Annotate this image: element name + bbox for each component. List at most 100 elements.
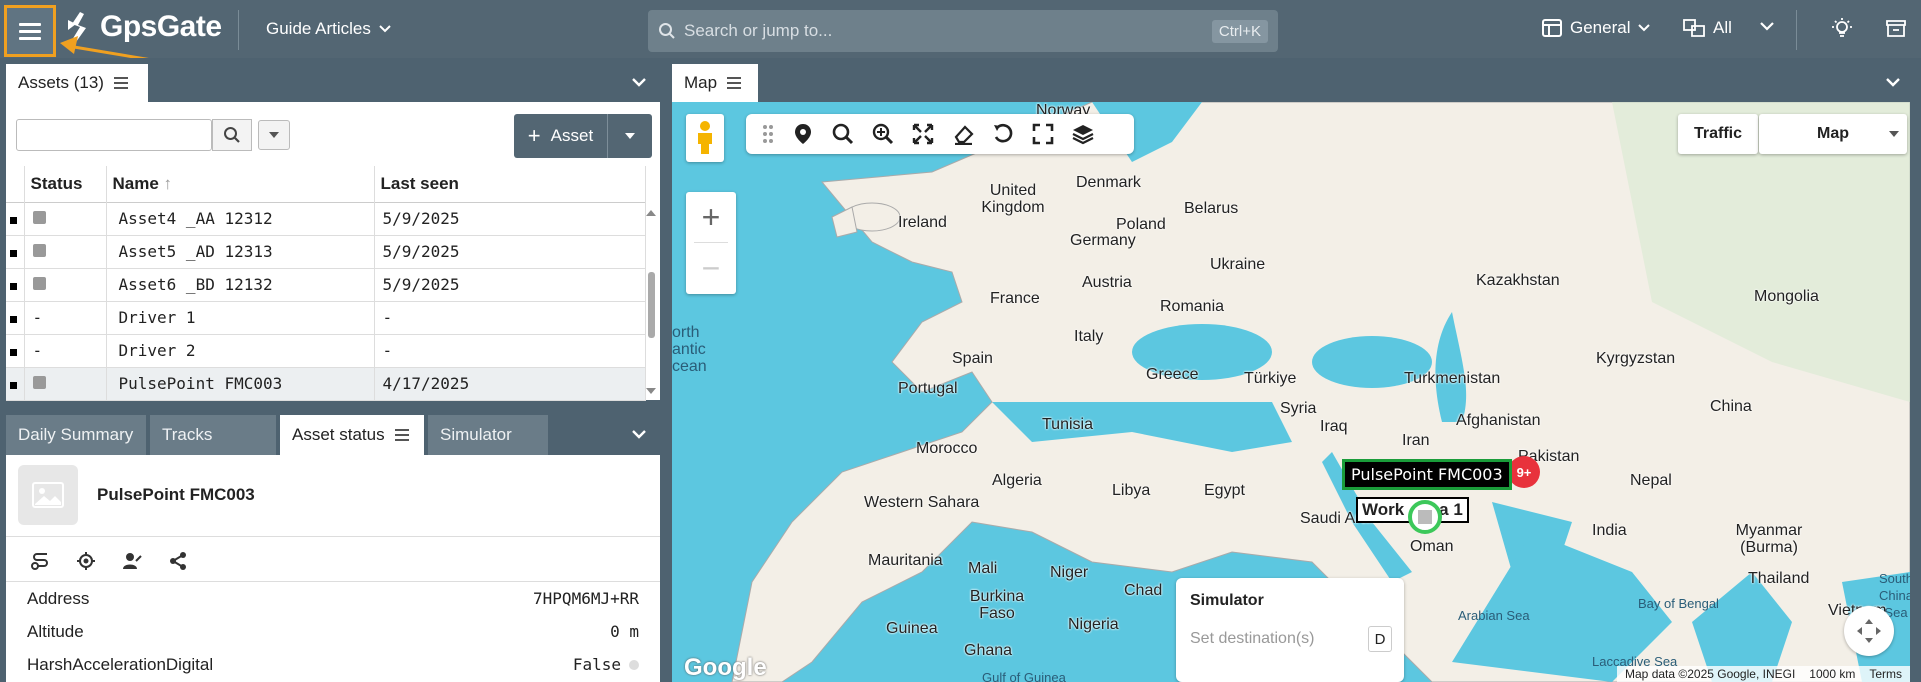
map-label: Oman (1410, 538, 1454, 555)
layout-icon (1542, 19, 1562, 37)
map-type-select[interactable]: Map (1759, 114, 1907, 154)
traffic-button[interactable]: Traffic (1678, 114, 1758, 154)
main-menu-button[interactable] (4, 5, 56, 57)
map-canvas[interactable]: Denmark United Kingdom Ireland Poland Belaru… (672, 102, 1910, 682)
collapse-chevron-icon[interactable] (632, 430, 646, 439)
map-label: Mongolia (1754, 288, 1819, 305)
street-view-pegman[interactable] (686, 114, 724, 162)
table-row[interactable]: Asset5 _AD 12313 5/9/2025 (6, 235, 646, 269)
global-search[interactable]: Ctrl+K (648, 10, 1278, 52)
asset-name-cell: Driver 2 (106, 334, 375, 368)
asset-name-cell: Asset4 _AA 12312 (106, 202, 375, 236)
collapse-chevron-icon[interactable] (1886, 78, 1900, 87)
tab-asset-status[interactable]: Asset status (280, 415, 424, 455)
property-row: Address 7HPQM6MJ+RR (6, 582, 660, 615)
table-row[interactable]: Asset6 _BD 12132 5/9/2025 (6, 268, 646, 302)
zoom-in-icon[interactable] (872, 123, 894, 145)
ocean-label: orth (672, 324, 700, 341)
plus-icon: + (527, 123, 541, 148)
table-row[interactable]: - Driver 2- (6, 334, 646, 368)
tab-tracks[interactable]: Tracks (150, 415, 276, 455)
asset-name-cell: Asset5 _AD 12313 (106, 235, 375, 269)
tab-daily-summary[interactable]: Daily Summary (6, 415, 146, 455)
table-row[interactable]: - Driver 1- (6, 301, 646, 335)
table-row[interactable]: PulsePoint FMC003 4/17/2025 (6, 367, 646, 401)
map-label: Romania (1160, 298, 1225, 315)
menu-icon[interactable] (113, 77, 128, 89)
map-label: Kazakhstan (1476, 272, 1560, 289)
add-asset-button[interactable]: + Asset (514, 114, 608, 158)
caret-down-icon (1889, 131, 1899, 137)
store-icon[interactable] (1884, 16, 1908, 40)
destination-input[interactable]: Set destination(s) (1190, 630, 1315, 648)
tab-map[interactable]: Map (672, 64, 758, 102)
row-bullet (10, 382, 17, 389)
view-selector[interactable]: General (1542, 18, 1651, 38)
route-icon[interactable] (30, 551, 50, 571)
recenter-button[interactable] (1844, 606, 1894, 656)
guide-articles-dropdown[interactable]: Guide Articles (266, 19, 391, 39)
drag-handle-icon[interactable] (762, 123, 774, 145)
assign-driver-icon[interactable] (122, 551, 142, 571)
zoom-out-button[interactable]: − (686, 243, 736, 293)
place-marker-icon[interactable] (792, 123, 814, 145)
translate-icon (1683, 19, 1705, 37)
property-row: HarshAccelerationDigital False (6, 648, 660, 681)
map-label: Syria (1280, 400, 1317, 417)
tab-assets[interactable]: Assets (13) (6, 64, 148, 102)
simulator-title: Simulator (1190, 592, 1264, 609)
status-text: - (32, 308, 43, 327)
cluster-marker[interactable]: 9+ (1508, 456, 1540, 488)
asset-name-cell: Driver 1 (106, 301, 375, 335)
asset-map-label[interactable]: PulsePoint FMC003 (1342, 459, 1512, 490)
search-icon[interactable] (832, 123, 854, 145)
assets-tabbar: Assets (13) (0, 58, 664, 102)
scroll-down-icon[interactable] (644, 386, 658, 396)
google-logo: Google (684, 654, 767, 681)
zoom-in-button[interactable]: + (686, 192, 736, 242)
add-asset-menu-button[interactable] (608, 114, 652, 158)
asset-filter-input[interactable] (16, 119, 212, 151)
collapse-chevron-icon[interactable] (632, 78, 646, 87)
column-header-name[interactable]: Name ↑ (106, 166, 375, 202)
map-scale[interactable]: 1000 km (1809, 667, 1855, 681)
table-row[interactable]: Asset4 _AA 12312 5/9/2025 (6, 202, 646, 236)
eraser-icon[interactable] (952, 123, 974, 145)
map-label: Western Sahara (864, 494, 980, 511)
search-input[interactable] (684, 21, 1204, 41)
ocean-label: antic (672, 341, 706, 358)
status-dot-icon (629, 659, 639, 670)
menu-icon[interactable] (394, 429, 409, 441)
column-header-last-seen[interactable]: Last seen (374, 166, 646, 202)
column-header-status[interactable]: Status (24, 166, 107, 202)
layers-icon[interactable] (1072, 123, 1094, 145)
table-scrollbar[interactable] (644, 204, 658, 398)
last-seen-cell: - (374, 334, 646, 368)
map-label: Turkmenistan (1404, 370, 1501, 387)
scroll-thumb[interactable] (648, 272, 655, 338)
fit-bounds-icon[interactable] (912, 123, 934, 145)
tab-simulator[interactable]: Simulator (428, 415, 548, 455)
map-label: Nigeria (1068, 616, 1119, 633)
filter-selector[interactable]: All (1683, 18, 1732, 38)
map-label: China (1710, 398, 1752, 415)
tab-label: Daily Summary (18, 425, 134, 444)
map-footer: Map data ©2025 Google, INEGI 1000 km Ter… (1617, 666, 1910, 682)
asset-name: PulsePoint FMC003 (97, 485, 255, 504)
locate-icon[interactable] (76, 551, 96, 571)
chevron-down-icon[interactable] (1760, 22, 1774, 32)
filter-dropdown-button[interactable] (258, 120, 290, 150)
map-label: Ghana (964, 642, 1013, 659)
asset-marker[interactable] (1408, 500, 1442, 534)
fullscreen-icon[interactable] (1032, 123, 1054, 145)
tab-label: Tracks (162, 425, 213, 444)
share-icon[interactable] (168, 551, 188, 571)
tab-label: Assets (13) (18, 73, 104, 92)
scroll-up-icon[interactable] (644, 208, 658, 218)
lightbulb-icon[interactable] (1830, 16, 1854, 40)
terms-link[interactable]: Terms (1869, 667, 1902, 681)
map-label: Ireland (898, 214, 947, 231)
asset-search-button[interactable] (212, 119, 252, 151)
undo-icon[interactable] (992, 123, 1014, 145)
menu-icon[interactable] (727, 77, 742, 89)
